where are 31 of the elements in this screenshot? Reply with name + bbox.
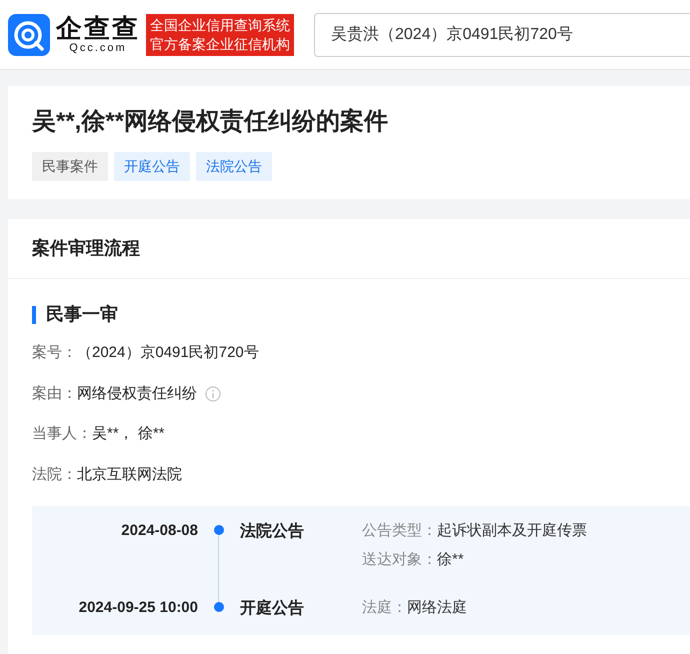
detail-value: 起诉状副本及开庭传票 (437, 521, 587, 541)
field-value: 吴**， 徐** (92, 424, 165, 444)
field-value: （2024）京0491民初720号 (77, 343, 259, 363)
field-label: 案号： (32, 343, 77, 363)
detail-label: 公告类型： (362, 521, 437, 541)
stage-title: 民事一审 (46, 303, 118, 326)
info-icon[interactable] (205, 386, 221, 402)
logo-icon (8, 14, 50, 56)
section-heading: 案件审理流程 (8, 219, 690, 279)
logo-domain: Qcc.com (69, 43, 127, 54)
accent-bar (32, 306, 36, 324)
detail-label: 法庭： (362, 598, 407, 618)
case-tag: 法院公告 (196, 152, 272, 181)
field-label: 当事人： (32, 424, 92, 444)
event-date: 2024-09-25 10:00 (78, 598, 198, 618)
field-label: 法院： (32, 464, 77, 484)
field-value: 北京互联网法院 (77, 464, 182, 484)
field-label: 案由： (32, 384, 77, 404)
event-title: 法院公告 (240, 521, 305, 542)
case-tag: 开庭公告 (114, 152, 190, 181)
detail-value: 网络法庭 (407, 598, 467, 618)
event-date: 2024-08-08 (120, 521, 198, 541)
field-value: 网络侵权责任纠纷 (77, 384, 197, 404)
case-tag: 民事案件 (32, 152, 108, 181)
slogan-banner: 全国企业信用查询系统 官方备案企业征信机构 (146, 14, 294, 56)
search-field[interactable]: 吴贵洪（2024）京0491民初720号 (314, 12, 690, 56)
detail-label: 送达对象： (362, 550, 437, 570)
detail-value: 徐** (437, 550, 464, 570)
event-title: 开庭公告 (240, 598, 305, 619)
case-title: 吴**,徐**网络侵权责任纠纷的案件 (32, 106, 390, 137)
logo-name: 企查查 (56, 15, 140, 41)
